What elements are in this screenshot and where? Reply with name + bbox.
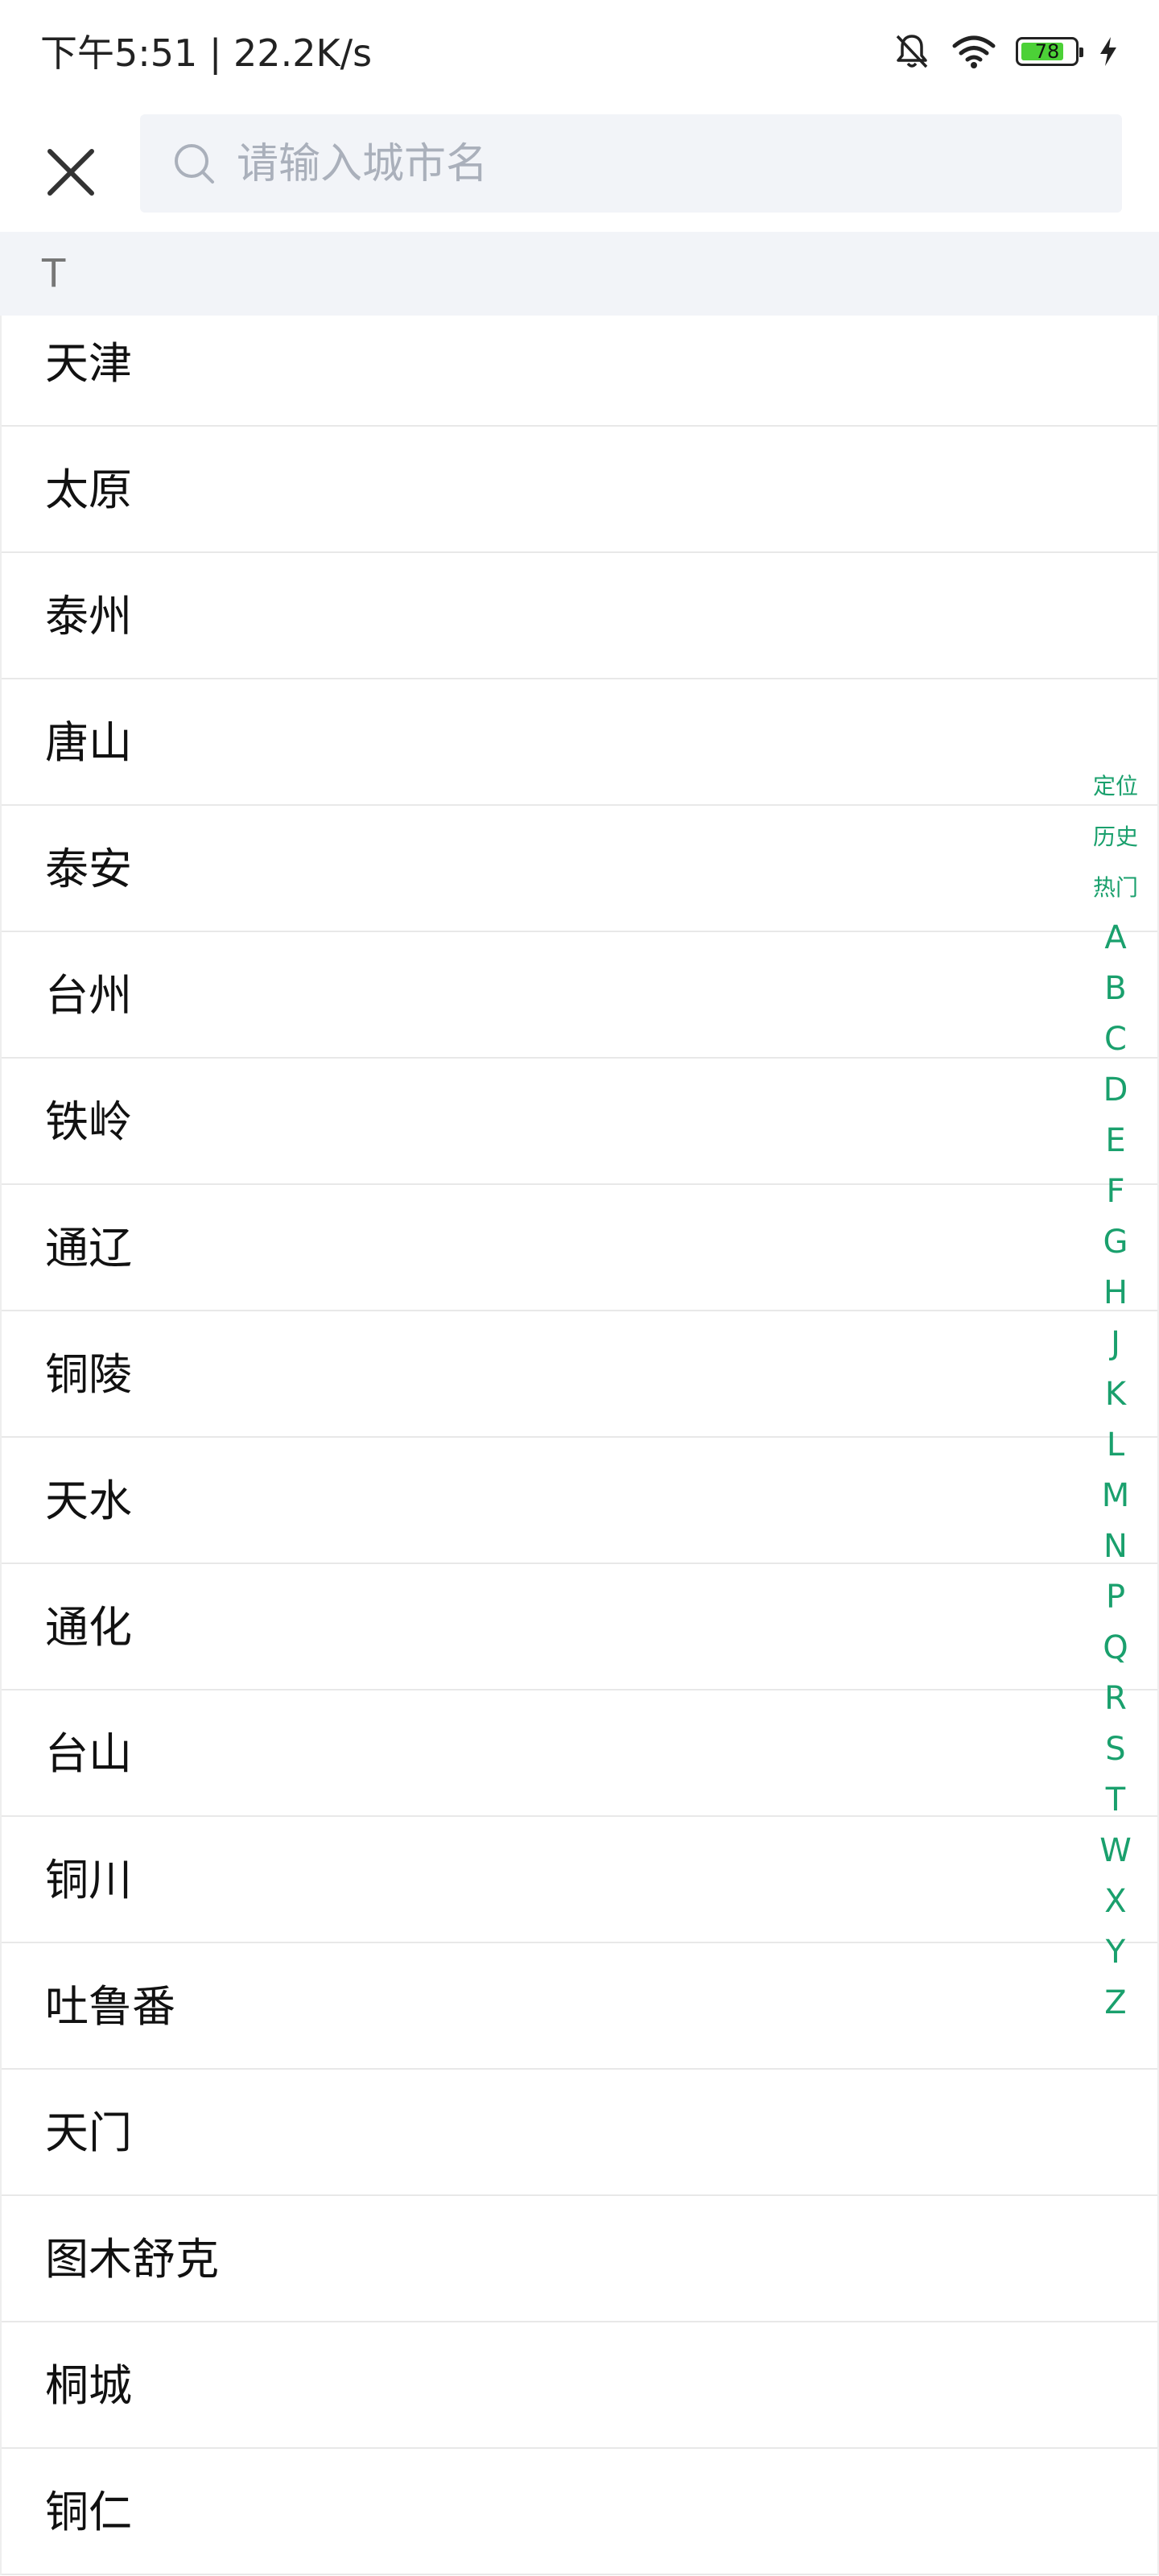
city-name: 唐山 <box>45 717 132 768</box>
city-item[interactable]: 通化 <box>2 1564 1157 1690</box>
index-letter[interactable]: A <box>1104 913 1126 964</box>
charging-icon <box>1098 35 1119 68</box>
index-letter[interactable]: T <box>1106 1775 1125 1826</box>
index-letter[interactable]: F <box>1106 1166 1124 1217</box>
city-item[interactable]: 唐山 <box>2 679 1157 806</box>
wifi-icon <box>951 33 996 70</box>
city-name: 铜仁 <box>45 2487 132 2537</box>
city-name: 天门 <box>45 2107 132 2158</box>
city-item[interactable]: 铁岭 <box>2 1059 1157 1185</box>
battery-level: 78 <box>1034 40 1060 63</box>
index-location[interactable]: 定位 <box>1093 761 1138 811</box>
index-letter[interactable]: N <box>1103 1521 1128 1572</box>
status-time-speed: 下午5:51 | 22.2K/s <box>40 31 373 75</box>
section-header: T <box>0 232 1159 316</box>
city-name: 泰安 <box>45 844 132 894</box>
index-letter[interactable]: D <box>1103 1065 1128 1116</box>
index-letter[interactable]: W <box>1099 1826 1132 1876</box>
close-icon <box>47 149 94 196</box>
index-letter[interactable]: C <box>1104 1014 1127 1065</box>
city-item[interactable]: 铜仁 <box>2 2449 1157 2575</box>
index-letter[interactable]: E <box>1105 1116 1125 1166</box>
index-letter[interactable]: P <box>1106 1572 1125 1623</box>
city-item[interactable]: 图木舒克 <box>2 2196 1157 2322</box>
index-letter[interactable]: H <box>1103 1268 1128 1319</box>
city-item[interactable]: 吐鲁番 <box>2 1943 1157 2070</box>
city-item[interactable]: 天津 <box>2 316 1157 427</box>
index-letter[interactable]: M <box>1102 1471 1130 1521</box>
city-item[interactable]: 铜陵 <box>2 1311 1157 1438</box>
city-name: 铁岭 <box>45 1096 132 1147</box>
index-letter[interactable]: R <box>1104 1674 1127 1724</box>
city-name: 台山 <box>45 1728 132 1779</box>
city-list: 天津 太原 泰州 唐山 泰安 台州 铁岭 通辽 铜陵 天水 通化 台山 铜川 吐… <box>0 316 1159 2575</box>
city-item[interactable]: 铜川 <box>2 1817 1157 1943</box>
status-icons: 78 <box>892 29 1119 74</box>
city-name: 通辽 <box>45 1223 132 1274</box>
index-letter[interactable]: S <box>1105 1724 1125 1775</box>
city-item[interactable]: 天门 <box>2 2070 1157 2196</box>
city-item[interactable]: 通辽 <box>2 1185 1157 1311</box>
index-letter[interactable]: Y <box>1106 1927 1125 1978</box>
city-name: 太原 <box>45 464 132 515</box>
close-button[interactable] <box>32 134 109 211</box>
city-name: 泰州 <box>45 591 132 642</box>
city-name: 天津 <box>45 338 132 389</box>
index-letter[interactable]: B <box>1104 964 1126 1014</box>
city-item[interactable]: 台山 <box>2 1690 1157 1817</box>
city-item[interactable]: 桐城 <box>2 2322 1157 2449</box>
index-letter[interactable]: G <box>1103 1217 1128 1268</box>
index-letter[interactable]: L <box>1107 1420 1124 1471</box>
search-input[interactable] <box>235 114 1091 214</box>
city-name: 桐城 <box>45 2360 132 2411</box>
alphabet-index-bar[interactable]: 定位 历史 热门 A B C D E F G H J K L M N P Q R… <box>1083 761 1148 2029</box>
index-history[interactable]: 历史 <box>1093 811 1138 862</box>
city-name: 通化 <box>45 1602 132 1653</box>
city-name: 铜川 <box>45 1855 132 1905</box>
city-name: 台州 <box>45 970 132 1021</box>
index-hot[interactable]: 热门 <box>1093 862 1138 913</box>
city-item[interactable]: 台州 <box>2 932 1157 1059</box>
status-bar: 下午5:51 | 22.2K/s 78 <box>0 0 1159 105</box>
city-item[interactable]: 泰安 <box>2 806 1157 932</box>
index-letter[interactable]: Z <box>1104 1978 1126 2029</box>
city-name: 图木舒克 <box>45 2234 219 2285</box>
index-letter[interactable]: Q <box>1103 1623 1128 1674</box>
search-box[interactable] <box>140 114 1122 214</box>
city-name: 吐鲁番 <box>45 1981 175 2032</box>
city-item[interactable]: 太原 <box>2 427 1157 553</box>
city-item[interactable]: 泰州 <box>2 553 1157 679</box>
section-letter: T <box>42 251 66 296</box>
battery-icon: 78 <box>1016 37 1083 66</box>
city-name: 铜陵 <box>45 1349 132 1400</box>
search-icon <box>172 142 217 190</box>
index-letter[interactable]: X <box>1104 1876 1126 1927</box>
search-row <box>0 105 1159 230</box>
mute-bell-icon <box>892 31 932 72</box>
city-item[interactable]: 天水 <box>2 1438 1157 1564</box>
index-letter[interactable]: J <box>1111 1319 1120 1369</box>
city-name: 天水 <box>45 1476 132 1526</box>
index-letter[interactable]: K <box>1105 1369 1126 1420</box>
